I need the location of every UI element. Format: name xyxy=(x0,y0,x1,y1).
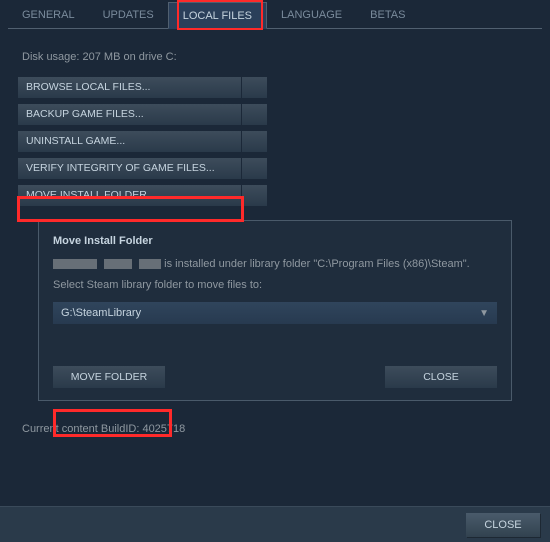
redacted-game-name-3 xyxy=(139,259,161,269)
chevron-down-icon: ▼ xyxy=(479,308,489,319)
move-install-folder-panel: Move Install Folder is installed under l… xyxy=(38,220,512,401)
tabs-bar: GENERAL UPDATES LOCAL FILES LANGUAGE BET… xyxy=(8,2,542,29)
local-files-content: Disk usage: 207 MB on drive C: BROWSE LO… xyxy=(8,29,542,439)
dialog-close-button[interactable]: CLOSE xyxy=(466,513,540,537)
panel-line-1: is installed under library folder "C:\Pr… xyxy=(53,257,497,272)
library-folder-selected-value: G:\SteamLibrary xyxy=(61,307,141,319)
browse-local-files-button[interactable]: BROWSE LOCAL FILES... xyxy=(18,77,242,98)
uninstall-game-button[interactable]: UNINSTALL GAME... xyxy=(18,131,242,152)
panel-line-1-suffix: is installed under library folder "C:\Pr… xyxy=(161,258,470,270)
verify-integrity-button[interactable]: VERIFY INTEGRITY OF GAME FILES... xyxy=(18,158,242,179)
panel-title: Move Install Folder xyxy=(53,235,497,247)
disk-usage-text: Disk usage: 207 MB on drive C: xyxy=(18,51,532,63)
panel-close-button[interactable]: CLOSE xyxy=(385,366,497,388)
build-id-text: Current content BuildID: 4025718 xyxy=(18,423,532,435)
move-install-folder-button[interactable]: MOVE INSTALL FOLDER... xyxy=(18,185,242,206)
redacted-game-name-2 xyxy=(104,259,132,269)
backup-game-files-button[interactable]: BACKUP GAME FILES... xyxy=(18,104,242,125)
dialog-footer: CLOSE xyxy=(0,506,550,542)
panel-line-2: Select Steam library folder to move file… xyxy=(53,278,497,293)
move-folder-button[interactable]: MOVE FOLDER xyxy=(53,366,165,388)
tab-general[interactable]: GENERAL xyxy=(8,2,89,29)
tab-language[interactable]: LANGUAGE xyxy=(267,2,356,29)
tab-updates[interactable]: UPDATES xyxy=(89,2,168,29)
library-folder-select[interactable]: G:\SteamLibrary ▼ xyxy=(53,302,497,324)
tab-betas[interactable]: BETAS xyxy=(356,2,419,29)
redacted-game-name xyxy=(53,259,97,269)
tab-local-files[interactable]: LOCAL FILES xyxy=(168,2,267,29)
